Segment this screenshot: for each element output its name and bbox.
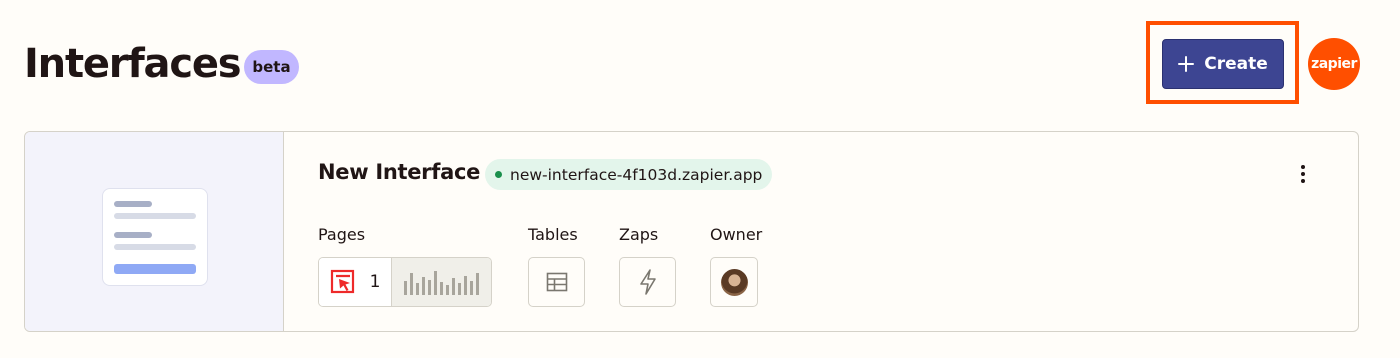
pages-summary: 1 [318, 257, 492, 307]
create-button[interactable]: Create [1162, 39, 1284, 89]
plus-icon [1178, 56, 1195, 72]
zapier-logo-text: zapier [1311, 56, 1357, 72]
avatar [720, 268, 748, 296]
more-options-button[interactable] [1291, 160, 1315, 188]
create-button-label: Create [1204, 54, 1268, 74]
zaps-label: Zaps [619, 225, 659, 244]
interface-thumbnail[interactable] [25, 132, 284, 331]
lightning-bolt-icon [639, 269, 656, 295]
zapier-logo[interactable]: zapier [1308, 38, 1360, 90]
pages-count-button[interactable]: 1 [319, 258, 392, 306]
page-title: Interfaces [24, 41, 242, 87]
pages-count: 1 [369, 272, 381, 292]
owner-button[interactable] [710, 257, 758, 307]
status-dot [495, 171, 502, 178]
tables-button[interactable] [528, 257, 585, 307]
pages-activity-sparkline [392, 258, 491, 306]
zaps-button[interactable] [619, 257, 676, 307]
owner-label: Owner [710, 225, 763, 244]
interface-name[interactable]: New Interface [318, 160, 480, 184]
interface-url: new-interface-4f103d.zapier.app [510, 165, 763, 184]
interface-url-link[interactable]: new-interface-4f103d.zapier.app [485, 159, 773, 190]
pages-label: Pages [318, 225, 366, 244]
beta-badge: beta [244, 50, 299, 84]
table-icon [546, 272, 567, 292]
tables-label: Tables [528, 225, 578, 244]
cursor-page-icon [330, 269, 354, 294]
more-vertical-icon [1301, 165, 1305, 169]
thumbnail-preview [102, 188, 208, 286]
interface-card[interactable]: New Interface new-interface-4f103d.zapie… [24, 131, 1359, 332]
